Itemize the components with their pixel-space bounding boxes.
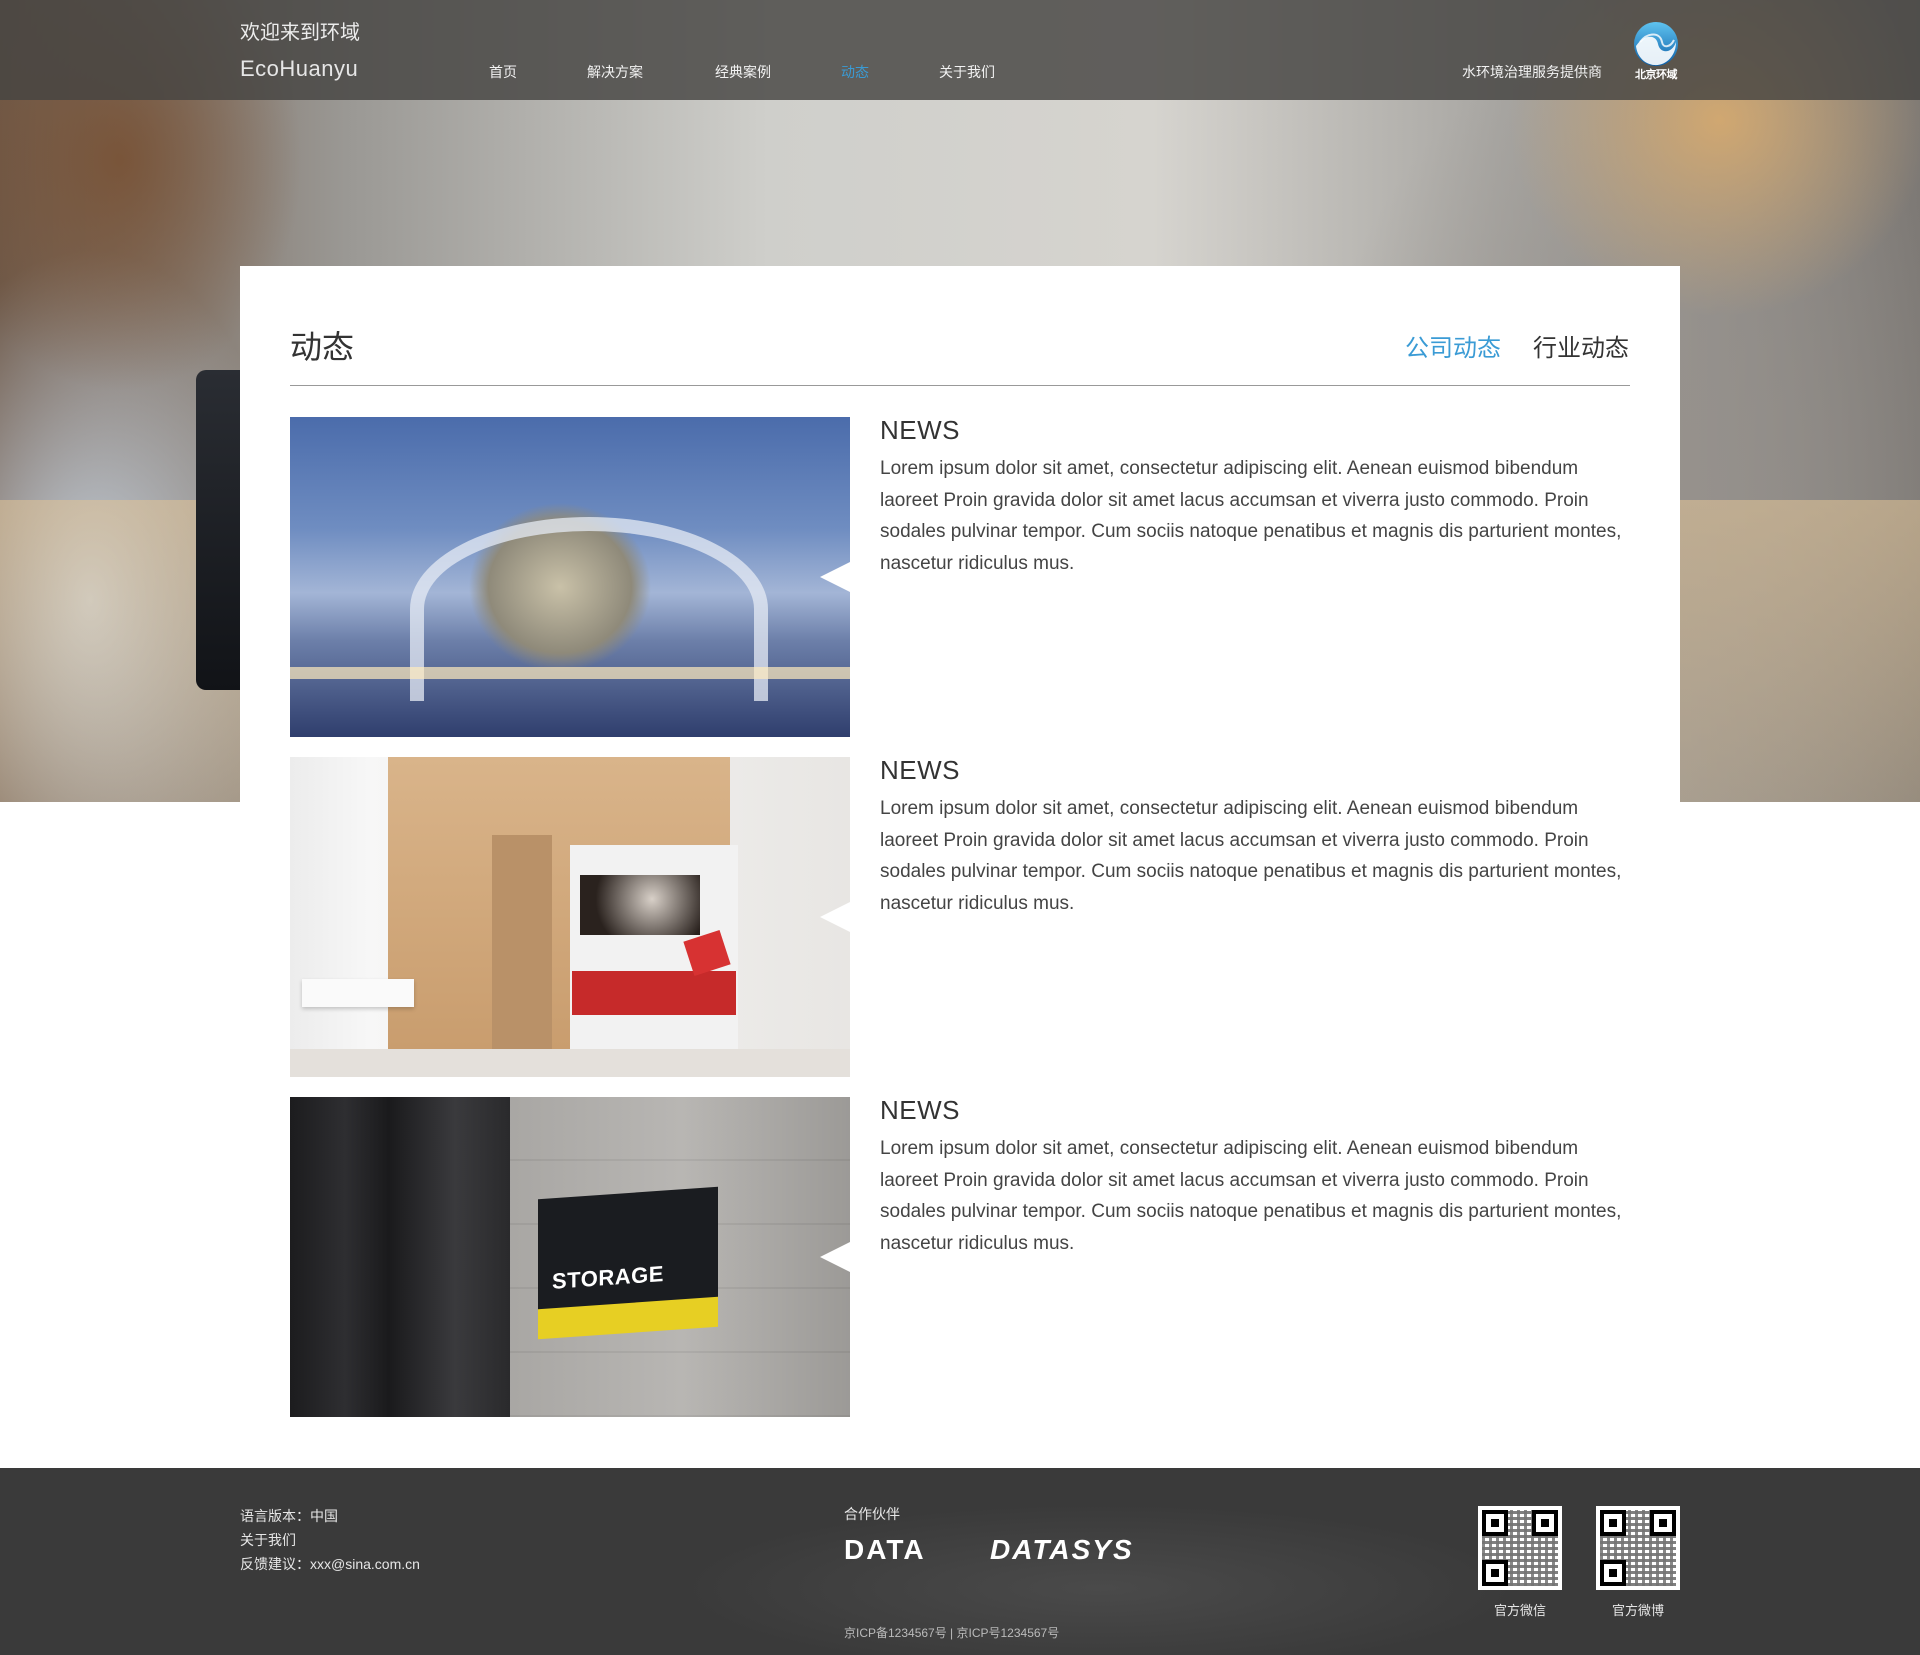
qr-finder [1482,1560,1508,1586]
wood-door [492,835,552,1049]
qr-finder [1650,1510,1676,1536]
icp-record: 京ICP备1234567号 | 京ICP号1234567号 [844,1626,1060,1640]
red-bed [572,971,736,1015]
architecture-photo[interactable] [290,417,850,737]
news-body: Lorem ipsum dolor sit amet, consectetur … [880,1138,1622,1254]
language-link[interactable]: 语言版本：中国 [240,1504,420,1528]
nav-home[interactable]: 首页 [489,62,517,82]
partner-logo-data[interactable]: DATA [844,1534,926,1566]
qr-finder [1600,1510,1626,1536]
welcome-text: 欢迎来到环域 [240,22,360,44]
news-body: Lorem ipsum dolor sit amet, consectetur … [880,458,1622,574]
qr-label-wechat: 官方微信 [1493,1603,1546,1618]
sink [302,979,414,1007]
tab-company-news[interactable]: 公司动态 [1405,328,1501,363]
feedback-link[interactable]: 反馈建议：xxx@sina.com.cn [240,1552,420,1576]
news-label[interactable]: NEWS [880,755,960,786]
thumb-notch [820,902,850,932]
news-label[interactable]: NEWS [880,1095,960,1126]
hero-laptop [196,370,246,690]
qr-finder [1482,1510,1508,1536]
nav-cases[interactable]: 经典案例 [715,62,771,82]
thumb-notch [820,1242,850,1272]
dark-door [290,1097,510,1417]
about-link[interactable]: 关于我们 [240,1528,420,1552]
wall-art [580,875,700,935]
interior-photo[interactable] [290,757,850,1077]
page-title: 动态 [290,329,355,365]
news-body: Lorem ipsum dolor sit amet, consectetur … [880,798,1622,914]
company-logo[interactable]: 北京环域 [1632,20,1680,82]
logo-text: 北京环域 [1635,69,1678,81]
title-divider [290,385,1630,386]
nav-about[interactable]: 关于我们 [939,62,995,82]
site-footer: 语言版本：中国 关于我们 反馈建议：xxx@sina.com.cn 合作伙伴 D… [0,1468,1920,1655]
nav-solutions[interactable]: 解决方案 [587,62,643,82]
nav-news[interactable]: 动态 [841,62,869,82]
floor [290,1049,850,1077]
qr-finder [1600,1560,1626,1586]
tagline: 水环境治理服务提供商 [1462,64,1602,80]
news-item[interactable]: NEWS Lorem ipsum dolor sit amet, consect… [290,415,1630,737]
partners-title: 合作伙伴 [844,1506,900,1522]
footer-info: 语言版本：中国 关于我们 反馈建议：xxx@sina.com.cn [240,1504,420,1576]
building-lights [290,667,850,679]
storage-sign-photo[interactable]: STORAGE [290,1097,850,1417]
site-header: 欢迎来到环域 EcoHuanyu 首页 解决方案 经典案例 动态 关于我们 水环… [0,0,1920,100]
news-card: 动态 公司动态 行业动态 NEWS Lorem ipsum dolor sit … [240,266,1680,1468]
wave-logo-icon [1634,22,1678,66]
brand-name[interactable]: EcoHuanyu [240,56,358,82]
qr-code-icon[interactable] [1596,1506,1680,1590]
news-item[interactable]: STORAGE NEWS Lorem ipsum dolor sit amet,… [290,1095,1630,1417]
qr-code-icon[interactable] [1478,1506,1562,1590]
news-label[interactable]: NEWS [880,415,960,446]
qr-label-weibo: 官方微博 [1611,1603,1664,1618]
qr-finder [1532,1510,1558,1536]
thumb-notch [820,562,850,592]
news-item[interactable]: NEWS Lorem ipsum dolor sit amet, consect… [290,755,1630,1077]
partner-logo-datasys[interactable]: DATASYS [990,1534,1134,1566]
tab-industry-news[interactable]: 行业动态 [1533,328,1629,363]
